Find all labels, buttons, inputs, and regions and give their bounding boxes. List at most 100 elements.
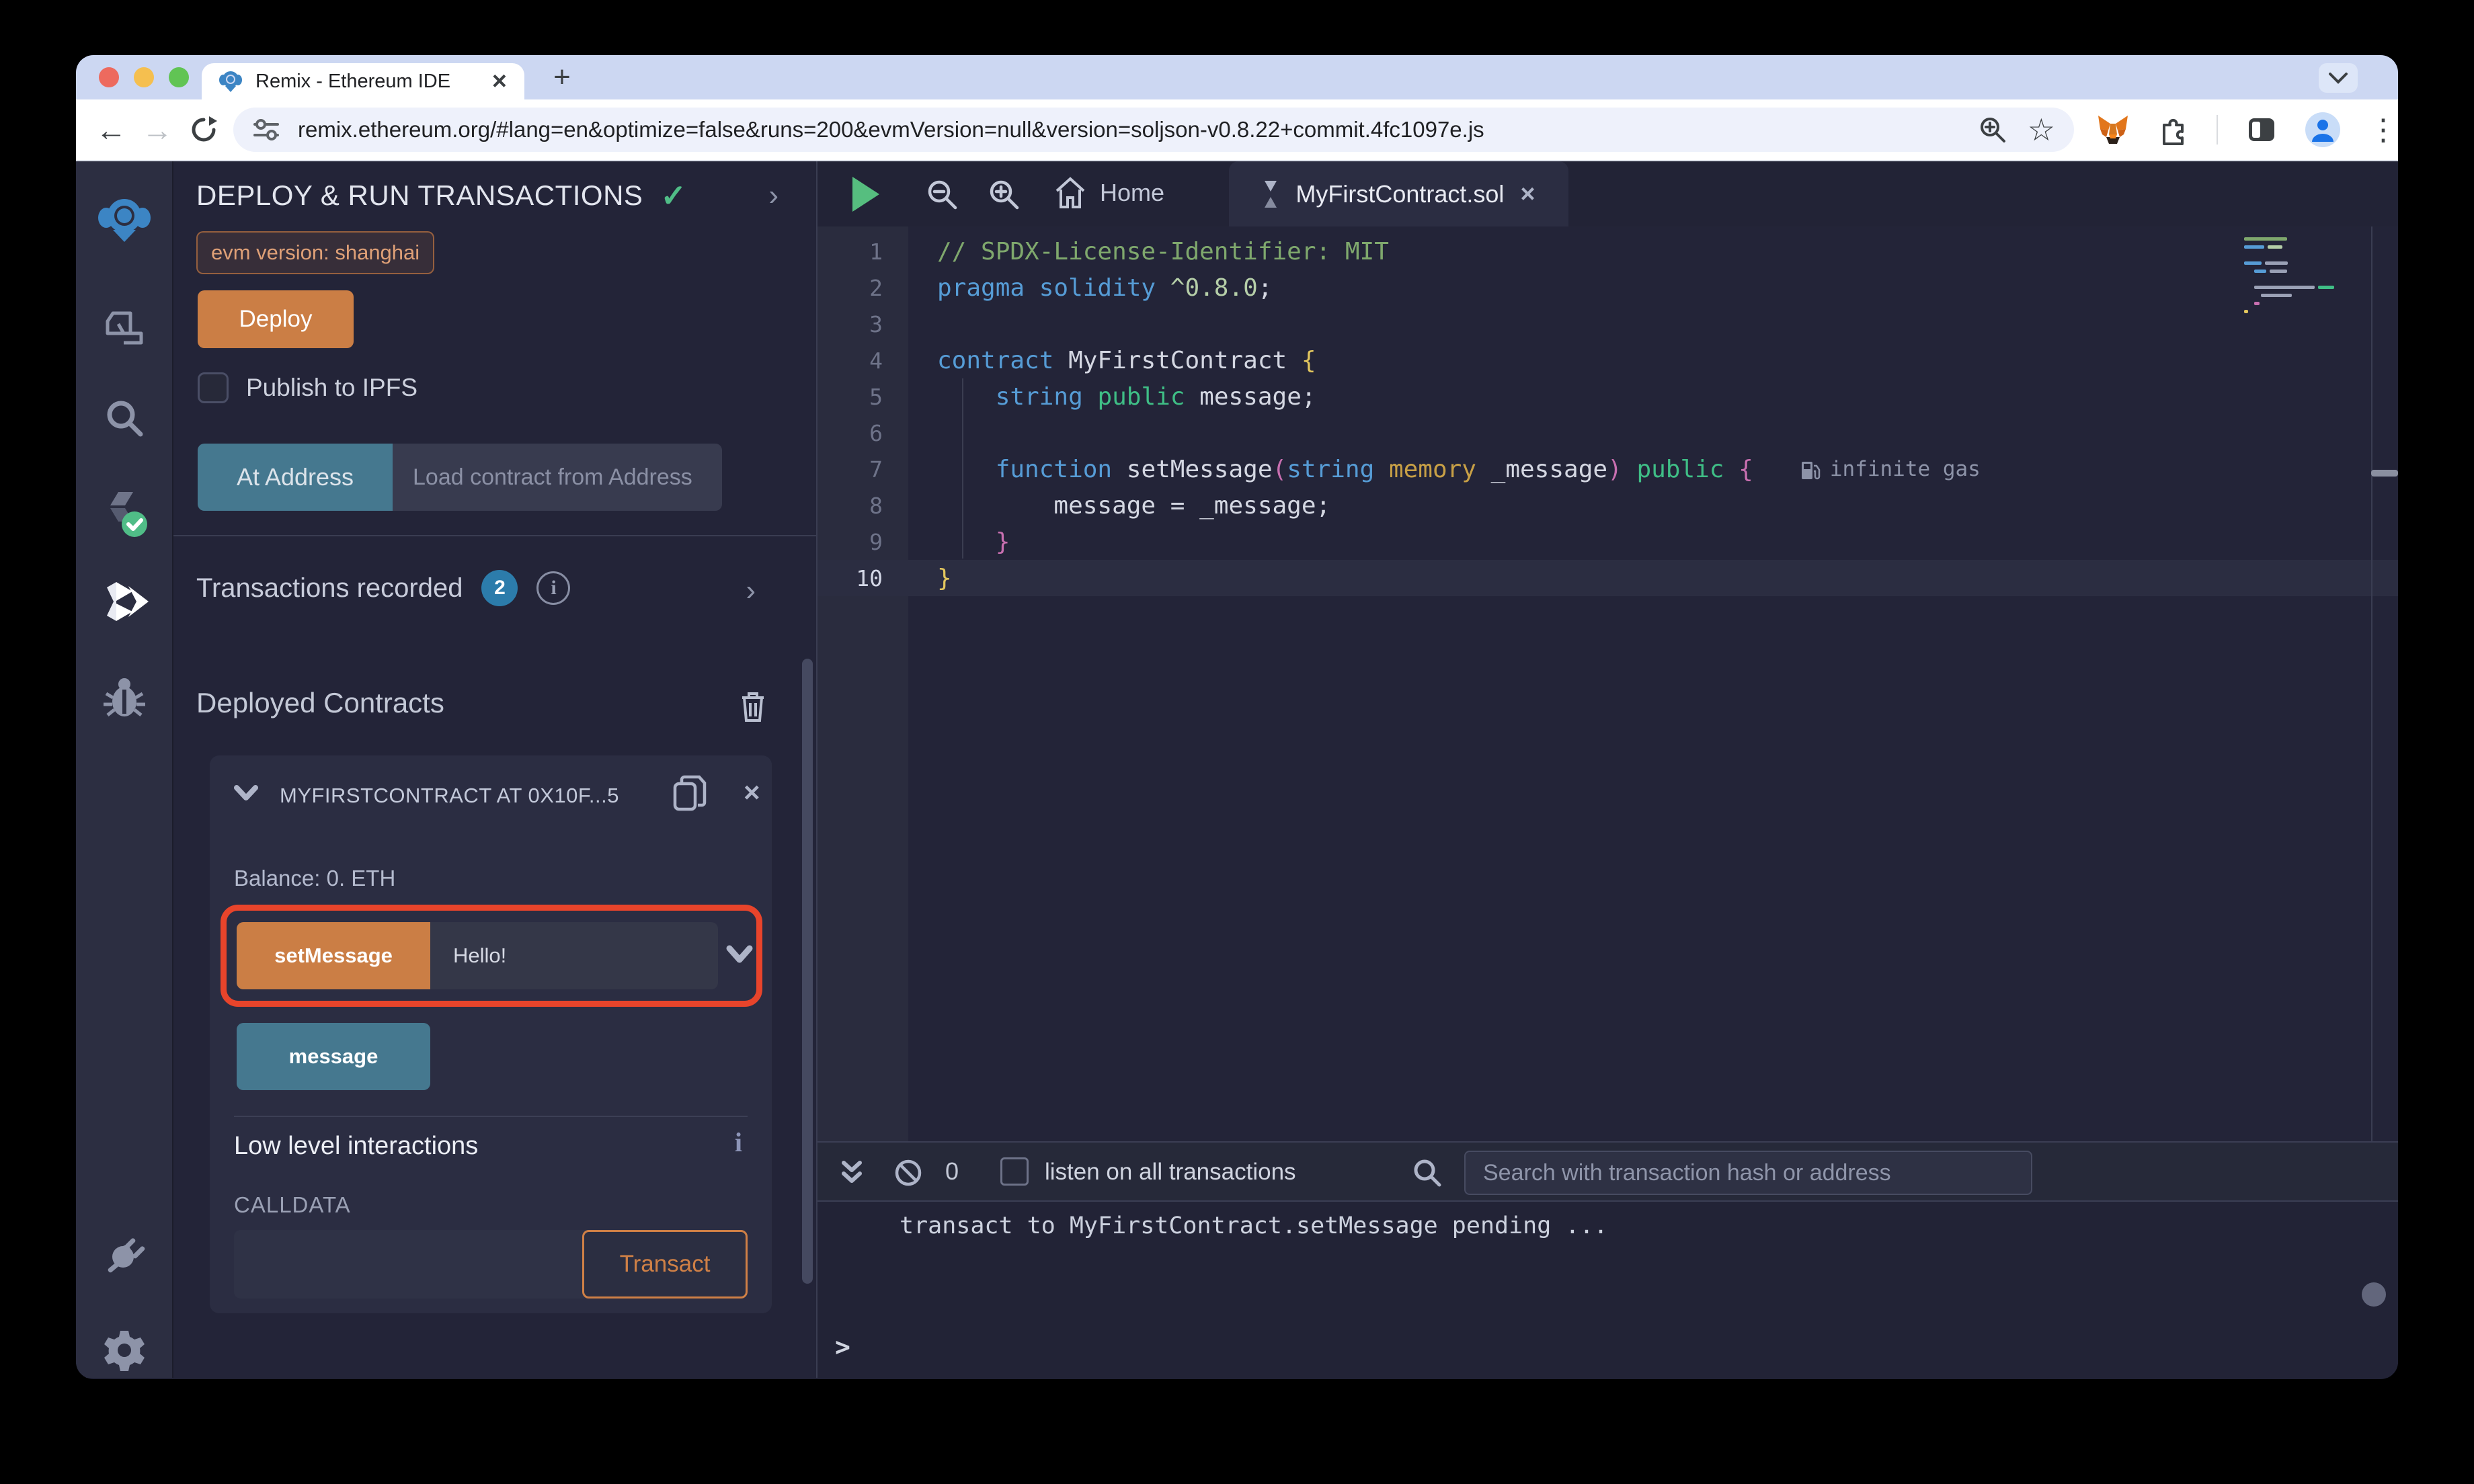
new-tab-button[interactable]: + xyxy=(547,60,577,93)
terminal-search-input[interactable] xyxy=(1464,1151,2032,1195)
line-number: 4 xyxy=(869,347,883,374)
terminal-toolbar: 0 listen on all transactions xyxy=(817,1141,2398,1202)
browser-toolbar: ← → remix.ethereum.org/#lang=en&optimize… xyxy=(76,99,2398,161)
url-text[interactable]: remix.ethereum.org/#lang=en&optimize=fal… xyxy=(298,117,1958,142)
icon-rail xyxy=(76,161,173,1378)
zoom-in-icon[interactable] xyxy=(987,177,1021,211)
line-number: 7 xyxy=(869,456,883,483)
side-panel-icon[interactable] xyxy=(2246,114,2277,145)
search-icon[interactable] xyxy=(76,398,172,438)
file-tab-active[interactable]: MyFirstContract.sol × xyxy=(1229,161,1568,226)
publish-ipfs-checkbox[interactable] xyxy=(198,372,229,403)
contract-expand-chevron[interactable] xyxy=(234,785,258,801)
message-getter-button[interactable]: message xyxy=(237,1023,430,1090)
file-tab-label: MyFirstContract.sol xyxy=(1295,179,1505,208)
code-line-4[interactable]: 4 contract MyFirstContract { xyxy=(817,342,2398,378)
code-line-6[interactable]: 6 xyxy=(817,415,2398,451)
tab-search-button[interactable] xyxy=(2319,63,2358,93)
profile-avatar[interactable] xyxy=(2305,112,2341,147)
transactions-count-badge: 2 xyxy=(481,570,518,606)
listen-transactions-checkbox[interactable] xyxy=(1000,1157,1029,1186)
minimap[interactable] xyxy=(2244,237,2356,318)
transact-button[interactable]: Transact xyxy=(582,1230,748,1298)
editor-scrollbar-track[interactable] xyxy=(2371,226,2398,1141)
publish-ipfs-row: Publish to IPFS xyxy=(198,372,417,403)
zoom-page-icon[interactable] xyxy=(1978,115,2007,145)
set-message-input[interactable] xyxy=(430,922,718,989)
remix-favicon xyxy=(219,70,242,93)
metamask-extension-icon[interactable] xyxy=(2097,114,2129,145)
browser-tab[interactable]: Remix - Ethereum IDE × xyxy=(202,63,524,99)
remix-logo-icon[interactable] xyxy=(76,198,172,242)
browser-tabstrip: Remix - Ethereum IDE × + xyxy=(76,55,2398,99)
editor-scrollbar-thumb[interactable] xyxy=(2371,470,2398,477)
run-script-play-icon[interactable] xyxy=(852,177,879,212)
zoom-out-icon[interactable] xyxy=(925,177,959,211)
gas-annotation: infinite gas xyxy=(1800,457,1981,481)
evm-version-badge: evm version: shanghai xyxy=(196,231,435,274)
remove-contract-icon[interactable]: × xyxy=(744,778,760,807)
home-tab[interactable]: Home xyxy=(1054,176,1164,210)
code-line-8[interactable]: 8 message = _message; xyxy=(817,487,2398,524)
at-address-button[interactable]: At Address xyxy=(198,444,393,511)
code-line-3[interactable]: 3 xyxy=(817,306,2398,342)
deployed-contracts-title: Deployed Contracts xyxy=(196,687,444,718)
browser-menu-icon[interactable]: ⋮ xyxy=(2368,113,2398,147)
contract-title[interactable]: MYFIRSTCONTRACT AT 0X10F...5 xyxy=(280,784,656,808)
deployed-contract-card: MYFIRSTCONTRACT AT 0X10F...5 × Balance: … xyxy=(210,755,772,1313)
line-number: 9 xyxy=(869,528,883,555)
bookmark-star-icon[interactable]: ☆ xyxy=(2028,112,2055,148)
terminal-log[interactable]: transact to MyFirstContract.setMessage p… xyxy=(817,1202,2398,1378)
transactions-info-icon[interactable]: i xyxy=(536,571,571,605)
toolbar-divider xyxy=(2217,115,2219,145)
back-button[interactable]: ← xyxy=(88,112,134,148)
code-editor[interactable]: 1// SPDX-License-Identifier: MIT 2 pragma … xyxy=(817,226,2398,1141)
panel-collapse-chevron[interactable]: › xyxy=(768,179,779,212)
site-settings-icon[interactable] xyxy=(252,116,280,144)
low-level-title: Low level interactions xyxy=(234,1132,479,1160)
deploy-run-panel: DEPLOY & RUN TRANSACTIONS ✓ › evm versio… xyxy=(173,161,817,1378)
terminal-scroll-bubble[interactable] xyxy=(2362,1282,2386,1307)
minimize-window-button[interactable] xyxy=(134,67,154,87)
at-address-input[interactable] xyxy=(393,444,722,511)
file-tab-close-icon[interactable]: × xyxy=(1520,181,1535,207)
close-window-button[interactable] xyxy=(99,67,119,87)
code-line-2[interactable]: 2 pragma solidity ^0.8.0; xyxy=(817,270,2398,306)
solidity-compiler-icon[interactable] xyxy=(76,488,172,540)
code-line-5[interactable]: 5 string public message; xyxy=(817,378,2398,415)
extensions-puzzle-icon[interactable] xyxy=(2157,114,2188,145)
deploy-run-icon[interactable] xyxy=(76,581,172,622)
editor-column: Home MyFirstContract.sol × 1// SPDX-Lice… xyxy=(817,161,2398,1378)
forward-button[interactable]: → xyxy=(134,112,181,148)
expand-args-chevron[interactable] xyxy=(726,945,753,964)
clear-console-icon[interactable] xyxy=(893,1157,924,1188)
line-number: 3 xyxy=(869,311,883,337)
panel-scrollbar[interactable] xyxy=(802,659,813,1284)
code-line-9[interactable]: 9 } xyxy=(817,524,2398,560)
set-message-button[interactable]: setMessage xyxy=(237,922,430,989)
card-divider xyxy=(234,1116,748,1117)
indent-guide xyxy=(962,378,963,559)
code-line-7[interactable]: 7 function setMessage(string memory _mes… xyxy=(817,451,2398,487)
code-line-10[interactable]: 10} xyxy=(817,560,2398,596)
terminal-search-icon xyxy=(1412,1157,1443,1188)
code-line-1[interactable]: 1// SPDX-License-Identifier: MIT xyxy=(817,233,2398,270)
terminal-prompt[interactable]: > xyxy=(835,1332,850,1362)
copy-address-icon[interactable] xyxy=(672,774,707,812)
plugin-manager-icon[interactable] xyxy=(76,1233,172,1276)
listen-transactions-label: listen on all transactions xyxy=(1045,1159,1296,1185)
reload-button[interactable] xyxy=(180,115,227,145)
terminal-log-line: transact to MyFirstContract.setMessage p… xyxy=(900,1212,1608,1239)
tab-close-icon[interactable]: × xyxy=(492,69,507,94)
trash-icon[interactable] xyxy=(738,690,768,723)
settings-gear-icon[interactable] xyxy=(76,1328,172,1372)
solidity-file-icon xyxy=(1265,180,1277,208)
collapse-terminal-icon[interactable] xyxy=(840,1160,863,1186)
low-level-info-icon[interactable]: i xyxy=(735,1126,742,1158)
zoom-window-button[interactable] xyxy=(169,67,189,87)
file-explorer-icon[interactable] xyxy=(76,308,172,348)
transactions-expand-chevron[interactable]: › xyxy=(746,574,756,608)
deploy-button[interactable]: Deploy xyxy=(198,290,354,348)
debugger-icon[interactable] xyxy=(76,676,172,718)
address-bar[interactable]: remix.ethereum.org/#lang=en&optimize=fal… xyxy=(233,108,2075,152)
